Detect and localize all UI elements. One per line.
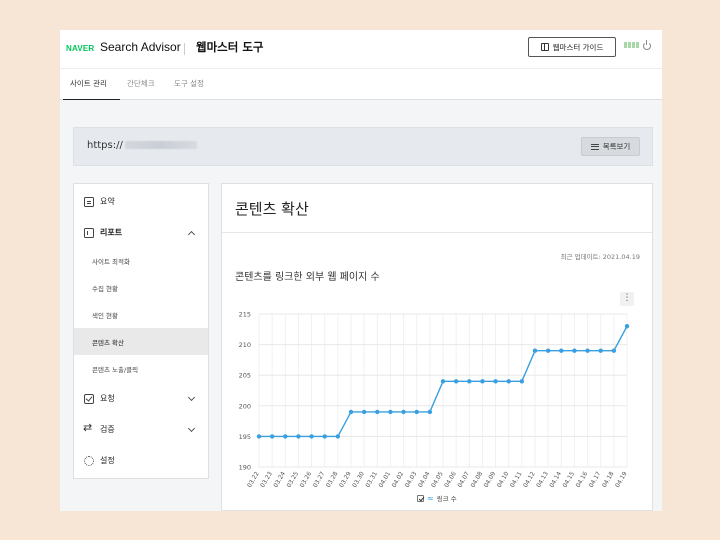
sidebar-subitem-content-spread[interactable]: 콘텐츠 확산 bbox=[74, 328, 208, 355]
title-divider bbox=[222, 232, 652, 233]
y-tick-label: 190 bbox=[239, 464, 251, 472]
data-point bbox=[309, 434, 314, 439]
data-point bbox=[493, 379, 498, 384]
tab-site-management[interactable]: 사이트 관리 bbox=[70, 78, 107, 89]
data-point bbox=[480, 379, 485, 384]
main-panel: 콘텐츠 확산 최근 업데이트: 2021.04.19 콘텐츠를 링크한 외부 웹… bbox=[221, 183, 653, 511]
data-point bbox=[256, 434, 262, 439]
data-point bbox=[453, 379, 459, 384]
chart-icon bbox=[84, 227, 94, 238]
y-tick-label: 195 bbox=[239, 433, 251, 441]
data-point bbox=[506, 379, 511, 384]
sidebar-item-label: 검증 bbox=[100, 425, 115, 434]
y-tick-label: 210 bbox=[239, 341, 251, 349]
sidebar-subitem-crawl-status[interactable]: 수집 현황 bbox=[74, 274, 208, 301]
data-point bbox=[598, 348, 603, 353]
sidebar-subitem-index-status[interactable]: 색인 현황 bbox=[74, 301, 208, 328]
data-point bbox=[322, 434, 327, 439]
clipboard-icon bbox=[84, 196, 94, 207]
list-view-button[interactable]: 목록보기 bbox=[581, 137, 640, 156]
x-tick-label: 04.19 bbox=[614, 470, 629, 489]
app-frame: NAVER Search Advisor 웹마스터 도구 웹마스터 가이드 사이… bbox=[60, 30, 662, 511]
data-point bbox=[519, 379, 525, 384]
tool-title: 웹마스터 도구 bbox=[196, 40, 264, 54]
y-tick-label: 200 bbox=[239, 402, 251, 410]
data-point bbox=[414, 409, 419, 415]
y-tick-label: 215 bbox=[239, 311, 251, 319]
data-point bbox=[427, 409, 433, 415]
check-icon bbox=[84, 393, 94, 404]
legend-line-icon: ≈ bbox=[427, 493, 434, 503]
data-point bbox=[624, 324, 630, 329]
tab-tool-settings[interactable]: 도구 설정 bbox=[174, 78, 204, 89]
data-point bbox=[283, 434, 288, 439]
chart-title: 콘텐츠를 링크한 외부 웹 페이지 수 bbox=[235, 272, 380, 283]
data-point bbox=[440, 379, 446, 384]
sidebar-subitem-content-exposure[interactable]: 콘텐츠 노출/클릭 bbox=[74, 355, 208, 382]
sidebar-item-settings[interactable]: 설정 bbox=[74, 447, 208, 474]
chevron-down-icon bbox=[187, 393, 196, 401]
data-point bbox=[335, 434, 341, 439]
naver-logo[interactable]: NAVER bbox=[66, 44, 94, 53]
logout-icon[interactable] bbox=[643, 40, 651, 50]
data-point bbox=[572, 348, 577, 353]
sidebar-item-summary[interactable]: 요약 bbox=[74, 188, 208, 215]
tab-simple-check[interactable]: 간단체크 bbox=[127, 78, 155, 89]
data-point bbox=[296, 434, 301, 439]
data-point bbox=[348, 409, 354, 415]
data-point bbox=[585, 348, 590, 353]
last-updated: 최근 업데이트: 2021.04.19 bbox=[560, 253, 640, 261]
user-account[interactable] bbox=[624, 40, 640, 50]
data-point bbox=[375, 409, 380, 415]
chart-legend[interactable]: ≈ 링크 수 bbox=[417, 493, 457, 503]
sidebar-item-request[interactable]: 요청 bbox=[74, 385, 208, 412]
sidebar-item-label: 리포트 bbox=[100, 228, 123, 237]
data-point bbox=[545, 348, 551, 353]
book-icon bbox=[540, 43, 549, 51]
sidebar-item-label: 요약 bbox=[100, 197, 115, 206]
data-point bbox=[532, 348, 538, 353]
page-title: 콘텐츠 확산 bbox=[235, 200, 309, 218]
list-icon bbox=[590, 143, 599, 150]
sidebar-subitem-site-optimization[interactable]: 사이트 최적화 bbox=[74, 247, 208, 274]
swap-icon bbox=[83, 421, 94, 435]
gear-icon bbox=[84, 455, 94, 466]
data-point bbox=[559, 348, 564, 353]
y-tick-label: 205 bbox=[239, 372, 251, 380]
sidebar-item-label: 설정 bbox=[100, 456, 115, 465]
data-point bbox=[361, 409, 367, 415]
webmaster-guide-button[interactable]: 웹마스터 가이드 bbox=[528, 37, 616, 57]
chevron-up-icon bbox=[187, 230, 196, 238]
blurred-domain bbox=[124, 141, 197, 149]
data-point bbox=[467, 379, 472, 384]
sidebar-item-label: 요청 bbox=[100, 394, 115, 403]
list-view-label: 목록보기 bbox=[602, 142, 631, 151]
sidebar-item-verify[interactable]: 검증 bbox=[74, 416, 208, 443]
site-url-bar: https:// 목록보기 bbox=[73, 127, 653, 166]
top-tabs: 사이트 관리 간단체크 도구 설정 bbox=[60, 68, 662, 101]
legend-label: 링크 수 bbox=[436, 495, 457, 503]
webmaster-guide-label: 웹마스터 가이드 bbox=[552, 42, 604, 52]
sidebar: 요약 리포트 사이트 최적화 수집 현황 색인 현황 콘텐츠 확산 콘텐츠 노출… bbox=[73, 183, 209, 479]
header-divider bbox=[184, 43, 185, 55]
data-point bbox=[388, 409, 393, 415]
data-point bbox=[401, 409, 406, 415]
app-name[interactable]: Search Advisor bbox=[100, 40, 181, 54]
sidebar-item-report[interactable]: 리포트 bbox=[74, 219, 208, 246]
line-chart: 19019520020521021503.2203.2303.2403.2503… bbox=[239, 311, 630, 489]
header: NAVER Search Advisor 웹마스터 도구 웹마스터 가이드 bbox=[60, 30, 662, 68]
data-point bbox=[269, 434, 275, 439]
chevron-down-icon bbox=[187, 424, 196, 432]
site-url: https:// bbox=[87, 140, 197, 151]
data-point bbox=[611, 348, 617, 353]
legend-checkbox[interactable] bbox=[417, 494, 424, 502]
